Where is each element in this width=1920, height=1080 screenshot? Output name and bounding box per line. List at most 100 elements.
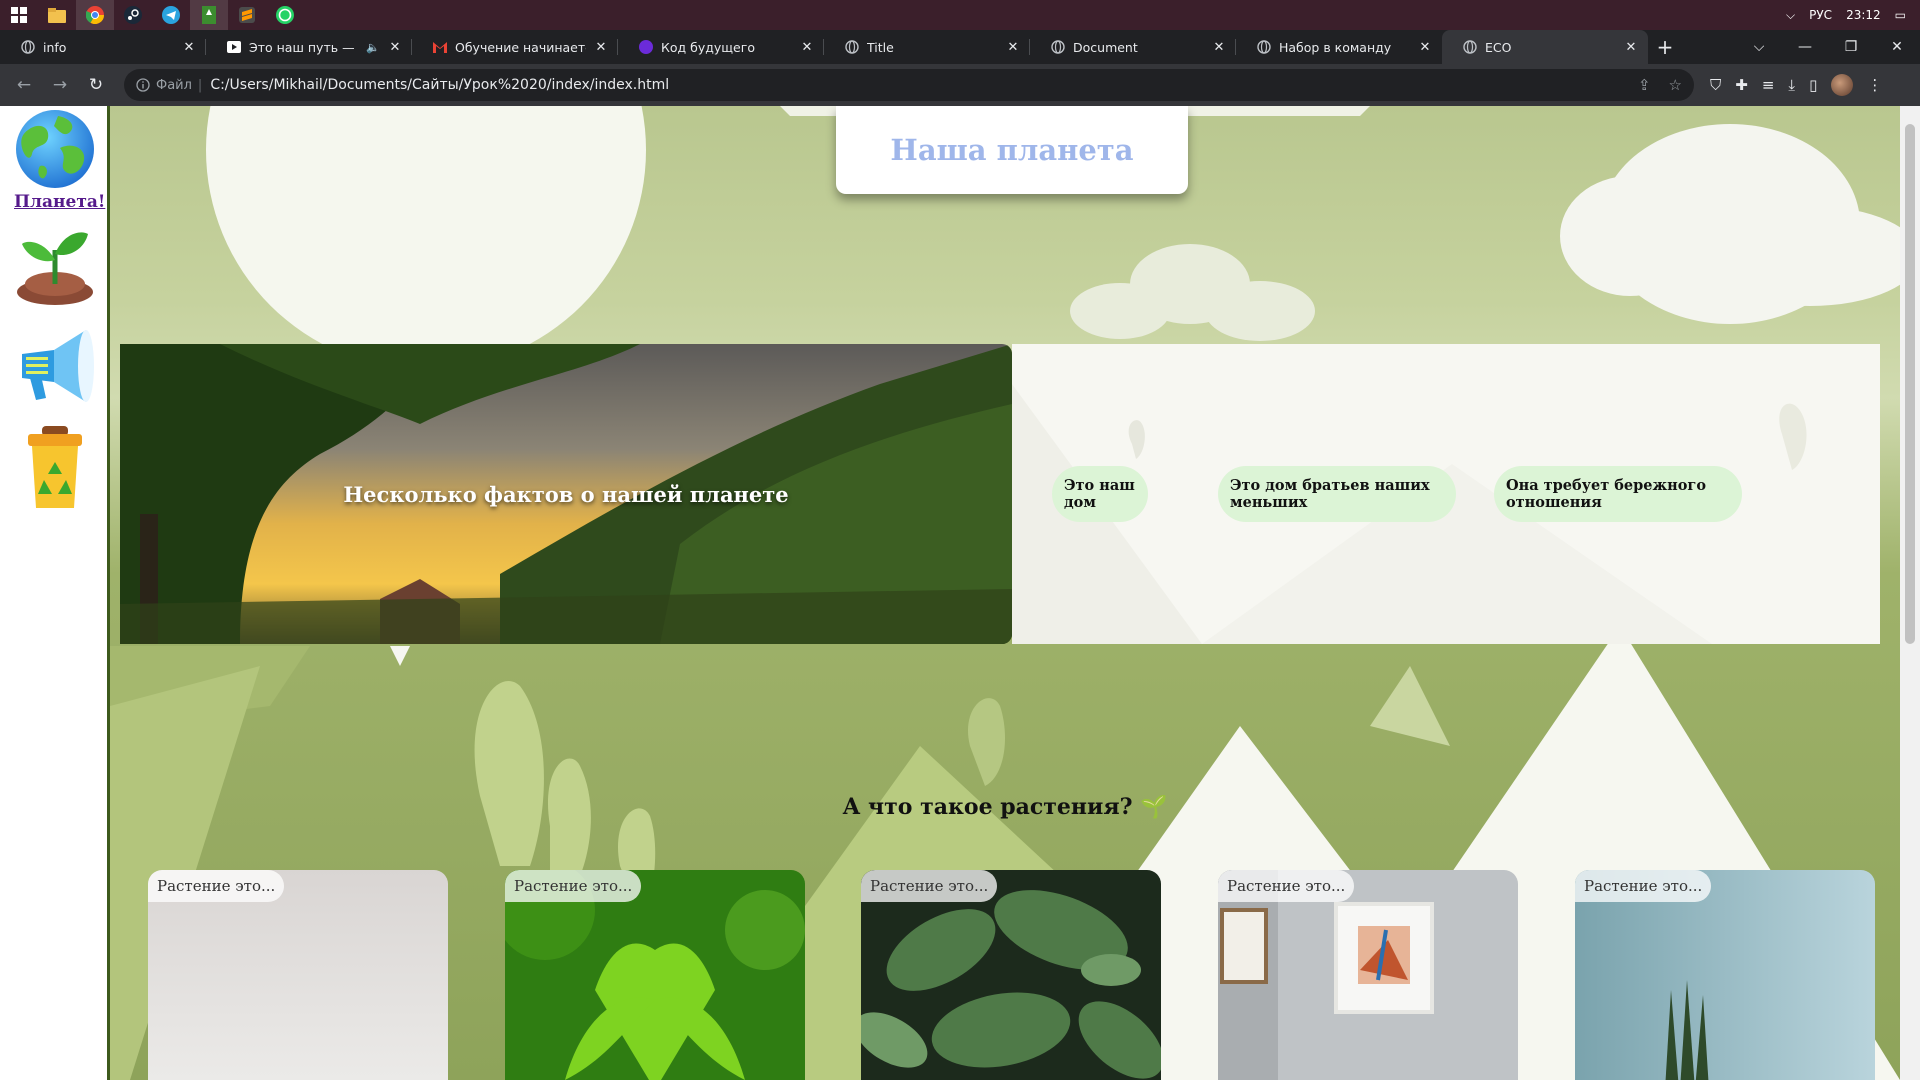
tab-youtube[interactable]: Это наш путь — Ма... 🔈 ✕ bbox=[206, 30, 412, 64]
windows-icon bbox=[11, 7, 27, 23]
restore-icon[interactable]: ❐ bbox=[1828, 39, 1874, 55]
tab-gmail[interactable]: Обучение начинается с ✕ bbox=[412, 30, 618, 64]
globe-icon bbox=[844, 40, 859, 55]
reload-icon[interactable]: ↻ bbox=[80, 69, 112, 101]
telegram-button[interactable] bbox=[152, 0, 190, 30]
plant-card-label: Растение это... bbox=[1575, 870, 1712, 902]
side-panel-icon[interactable]: ▯ bbox=[1809, 76, 1817, 94]
plant-card[interactable]: Растение это... bbox=[1218, 870, 1518, 1080]
plant-card[interactable]: Растение это... bbox=[505, 870, 805, 1080]
page-title: Наша планета bbox=[890, 133, 1134, 167]
close-icon[interactable]: ✕ bbox=[594, 40, 608, 55]
fact-item: Это дом братьев наших меньших bbox=[1218, 466, 1456, 522]
file-explorer-button[interactable] bbox=[38, 0, 76, 30]
plant-card[interactable]: Растение это... bbox=[1575, 870, 1875, 1080]
hero-photo: Несколько фактов о нашей планете bbox=[120, 344, 1012, 644]
close-icon[interactable]: ✕ bbox=[388, 40, 402, 55]
scheme-label: Файл bbox=[156, 77, 192, 93]
planet-link[interactable]: Планета! bbox=[14, 192, 105, 212]
megaphone-icon bbox=[22, 330, 94, 402]
close-icon[interactable]: ✕ bbox=[800, 40, 814, 55]
app-button[interactable] bbox=[190, 0, 228, 30]
tab-title[interactable]: Title ✕ bbox=[824, 30, 1030, 64]
profile-avatar[interactable] bbox=[1831, 74, 1854, 96]
scrollbar-thumb[interactable] bbox=[1905, 124, 1915, 644]
tab-search-icon[interactable]: ⌵ bbox=[1736, 39, 1782, 55]
extensions-puzzle-icon[interactable]: ✚ bbox=[1735, 76, 1748, 94]
sprout-nav-item[interactable] bbox=[14, 220, 96, 312]
web-viewport: Планета! Наша планета Несколько фактов о… bbox=[0, 106, 1920, 1080]
whatsapp-icon bbox=[276, 6, 294, 24]
code-future-icon bbox=[638, 40, 653, 55]
close-icon[interactable]: ✕ bbox=[1006, 40, 1020, 55]
tab-code-future[interactable]: Код будущего ✕ bbox=[618, 30, 824, 64]
language-indicator[interactable]: РУС bbox=[1809, 8, 1832, 22]
chrome-button[interactable] bbox=[76, 0, 114, 30]
tab-team[interactable]: Набор в команду ✕ bbox=[1236, 30, 1442, 64]
page-scrollbar[interactable] bbox=[1900, 106, 1920, 1080]
plant-card-label: Растение это... bbox=[861, 870, 998, 902]
site-info[interactable]: Файл | bbox=[136, 78, 202, 93]
recycle-bin-icon bbox=[28, 426, 82, 508]
tab-info[interactable]: info ✕ bbox=[0, 30, 206, 64]
fact-item: Она требует бережного отношения bbox=[1494, 466, 1742, 522]
address-bar[interactable]: Файл | C:/Users/Mikhail/Documents/Сайты/… bbox=[124, 69, 1694, 101]
youtube-icon bbox=[226, 40, 241, 55]
clock[interactable]: 23:12 bbox=[1846, 8, 1881, 22]
start-button[interactable] bbox=[0, 0, 38, 30]
tab-label: ECO bbox=[1485, 39, 1512, 55]
tab-label: Код будущего bbox=[661, 39, 755, 55]
shield-extension-icon[interactable]: ⛉ bbox=[1710, 76, 1721, 94]
close-icon[interactable]: ✕ bbox=[1418, 40, 1432, 55]
share-icon[interactable]: ⇪ bbox=[1638, 76, 1651, 94]
app-icon bbox=[202, 6, 216, 24]
sublime-button[interactable] bbox=[228, 0, 266, 30]
bookmark-star-icon[interactable]: ☆ bbox=[1669, 76, 1682, 94]
whatsapp-button[interactable] bbox=[266, 0, 304, 30]
speaker-icon[interactable]: 🔈 bbox=[366, 41, 380, 54]
plant-card[interactable]: Растение это... bbox=[148, 870, 448, 1080]
tab-label: Title bbox=[867, 39, 894, 55]
back-icon[interactable]: ← bbox=[8, 69, 40, 101]
tray-chevron-icon[interactable]: ⌵ bbox=[1786, 8, 1795, 23]
new-tab-button[interactable]: + bbox=[1648, 30, 1682, 64]
sprout-icon bbox=[17, 232, 93, 305]
sublime-icon bbox=[239, 7, 255, 23]
earth-icon bbox=[16, 110, 94, 188]
fact-item: Это наш дом bbox=[1052, 466, 1148, 522]
facts-panel: Это наш дом Это дом братьев наших меньши… bbox=[1012, 344, 1880, 644]
folder-icon bbox=[48, 7, 66, 23]
browser-toolbar: ← → ↻ Файл | C:/Users/Mikhail/Documents/… bbox=[0, 64, 1920, 106]
plant-card[interactable]: Растение это... bbox=[861, 870, 1161, 1080]
page-main: Наша планета Несколько фактов о нашей пл… bbox=[110, 106, 1900, 1080]
windows-taskbar: ⌵ РУС 23:12 ▭ bbox=[0, 0, 1920, 30]
site-sidebar: Планета! bbox=[0, 106, 110, 1080]
download-icon[interactable]: ⤓ bbox=[1788, 76, 1795, 94]
steam-button[interactable] bbox=[114, 0, 152, 30]
megaphone-nav-item[interactable] bbox=[14, 324, 96, 410]
gmail-icon bbox=[432, 40, 447, 55]
planet-logo[interactable] bbox=[14, 108, 96, 194]
forward-icon[interactable]: → bbox=[44, 69, 76, 101]
tab-label: info bbox=[43, 39, 67, 55]
tab-label: Document bbox=[1073, 39, 1138, 55]
url-text[interactable]: C:/Users/Mikhail/Documents/Сайты/Урок%20… bbox=[210, 77, 669, 93]
close-icon[interactable]: ✕ bbox=[182, 40, 196, 55]
plants-section-title: А что такое растения? 🌱 bbox=[842, 794, 1168, 820]
close-icon[interactable]: ✕ bbox=[1624, 40, 1638, 55]
minimize-icon[interactable]: — bbox=[1782, 39, 1828, 55]
tab-eco[interactable]: ECO ✕ bbox=[1442, 30, 1648, 64]
recycle-bin-nav-item[interactable] bbox=[14, 424, 96, 516]
hero-caption: Несколько фактов о нашей планете bbox=[343, 481, 789, 507]
info-icon bbox=[136, 78, 150, 92]
browser-tab-strip: info ✕ Это наш путь — Ма... 🔈 ✕ Обучение… bbox=[0, 30, 1920, 64]
steam-icon bbox=[124, 6, 142, 24]
globe-icon bbox=[20, 40, 35, 55]
media-control-icon[interactable]: ≡ bbox=[1762, 76, 1775, 94]
window-close-icon[interactable]: ✕ bbox=[1874, 39, 1920, 55]
notifications-icon[interactable]: ▭ bbox=[1895, 8, 1906, 22]
close-icon[interactable]: ✕ bbox=[1212, 40, 1226, 55]
menu-kebab-icon[interactable]: ⋮ bbox=[1867, 76, 1882, 94]
tab-document[interactable]: Document ✕ bbox=[1030, 30, 1236, 64]
tab-label: Набор в команду bbox=[1279, 39, 1392, 55]
